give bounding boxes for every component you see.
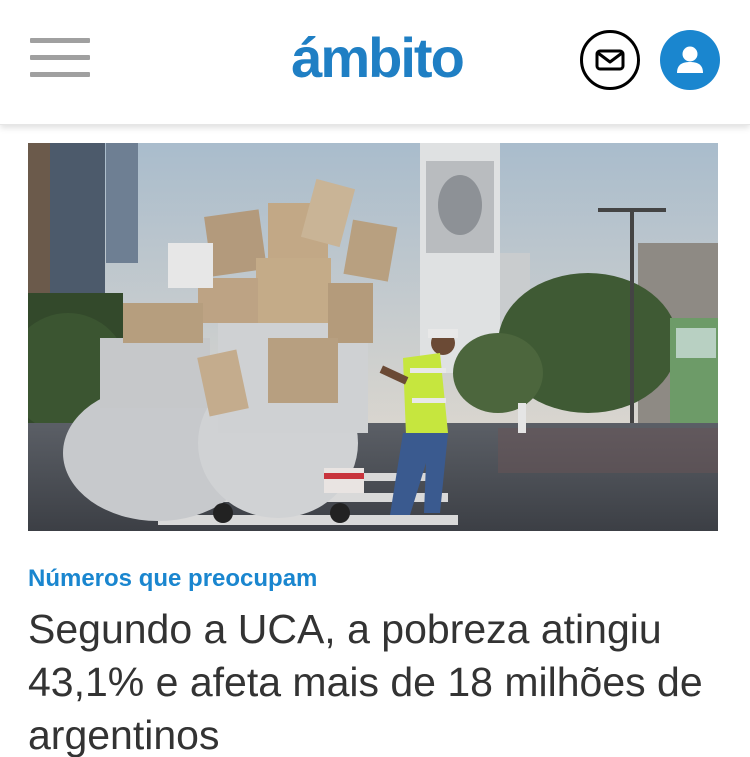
newsletter-button[interactable] (580, 30, 640, 90)
user-icon (677, 46, 703, 73)
top-header: ámbito (0, 0, 750, 125)
menu-line (30, 55, 90, 60)
menu-line (30, 72, 90, 77)
street-scene-image (28, 143, 718, 531)
envelope-icon (595, 49, 625, 71)
article-photo[interactable] (28, 143, 718, 531)
article-headline[interactable]: Segundo a UCA, a pobreza atingiu 43,1% e… (28, 603, 728, 757)
user-account-button[interactable] (660, 30, 720, 90)
hamburger-menu-icon[interactable] (30, 38, 90, 78)
site-logo[interactable]: ámbito (282, 22, 472, 94)
menu-line (30, 38, 90, 43)
article-kicker[interactable]: Números que preocupam (28, 564, 718, 594)
